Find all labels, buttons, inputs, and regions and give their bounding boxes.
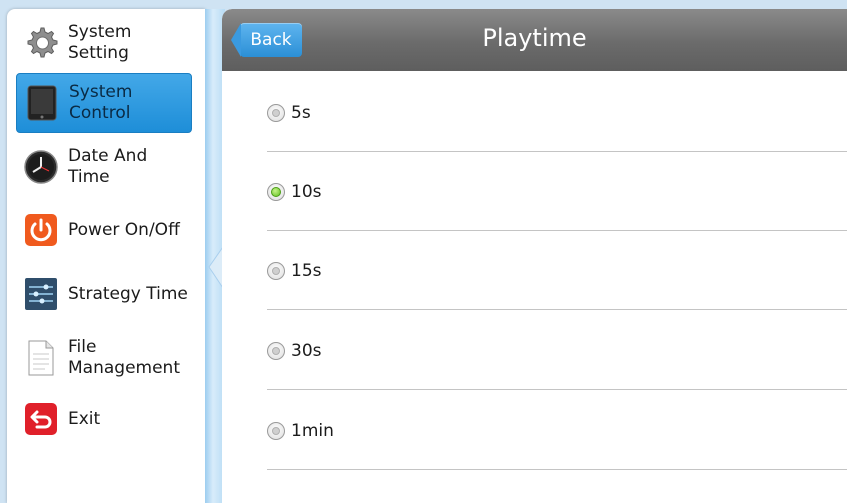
radio-dot bbox=[272, 346, 280, 355]
divider bbox=[267, 309, 847, 310]
divider bbox=[267, 389, 847, 390]
sidebar: System Setting System Control Date And T… bbox=[7, 9, 205, 503]
sidebar-item-label: System Setting bbox=[68, 22, 132, 63]
radio-dot bbox=[271, 186, 281, 197]
option-label: 5s bbox=[291, 102, 311, 123]
document-icon bbox=[22, 339, 60, 377]
sidebar-item-date-and-time[interactable]: Date And Time bbox=[16, 137, 192, 197]
radio-button[interactable] bbox=[267, 421, 285, 440]
sidebar-item-label: System Control bbox=[69, 82, 133, 123]
sidebar-item-label: Power On/Off bbox=[68, 219, 180, 240]
radio-dot bbox=[272, 266, 280, 275]
main-panel: Back Playtime 5s 10s 15s 30s 1min bbox=[222, 9, 847, 503]
option-label: 30s bbox=[291, 340, 322, 361]
option-5s[interactable]: 5s bbox=[267, 73, 847, 152]
radio-button[interactable] bbox=[267, 261, 285, 280]
sidebar-item-label: File Management bbox=[68, 337, 180, 378]
sidebar-item-power-on-off[interactable]: Power On/Off bbox=[16, 200, 192, 260]
sidebar-item-strategy-time[interactable]: Strategy Time bbox=[16, 264, 192, 324]
radio-dot bbox=[272, 108, 280, 117]
option-label: 10s bbox=[291, 181, 322, 202]
sidebar-item-label: Strategy Time bbox=[68, 283, 188, 304]
option-label: 15s bbox=[291, 260, 322, 281]
option-15s[interactable]: 15s bbox=[267, 231, 847, 310]
sidebar-item-file-management[interactable]: File Management bbox=[16, 328, 192, 388]
clock-icon bbox=[22, 148, 60, 186]
sidebar-item-label: Date And Time bbox=[68, 146, 148, 187]
option-1min[interactable]: 1min bbox=[267, 391, 847, 470]
power-icon bbox=[22, 211, 60, 249]
radio-button[interactable] bbox=[267, 103, 285, 122]
radio-button-checked[interactable] bbox=[267, 182, 285, 201]
exit-icon bbox=[22, 400, 60, 438]
radio-button[interactable] bbox=[267, 341, 285, 360]
radio-dot bbox=[272, 426, 280, 435]
tablet-icon bbox=[23, 84, 61, 122]
sidebar-item-label: Exit bbox=[68, 408, 101, 429]
header-bar: Back Playtime bbox=[222, 9, 847, 71]
sidebar-item-exit[interactable]: Exit bbox=[16, 389, 192, 449]
sidebar-item-system-control[interactable]: System Control bbox=[16, 73, 192, 133]
option-30s[interactable]: 30s bbox=[267, 311, 847, 390]
divider bbox=[267, 469, 847, 470]
gear-icon bbox=[22, 24, 60, 62]
option-label: 1min bbox=[291, 420, 334, 441]
sidebar-item-system-setting[interactable]: System Setting bbox=[16, 13, 192, 73]
page-title: Playtime bbox=[482, 24, 587, 52]
option-10s[interactable]: 10s bbox=[267, 152, 847, 231]
sliders-icon bbox=[22, 275, 60, 313]
